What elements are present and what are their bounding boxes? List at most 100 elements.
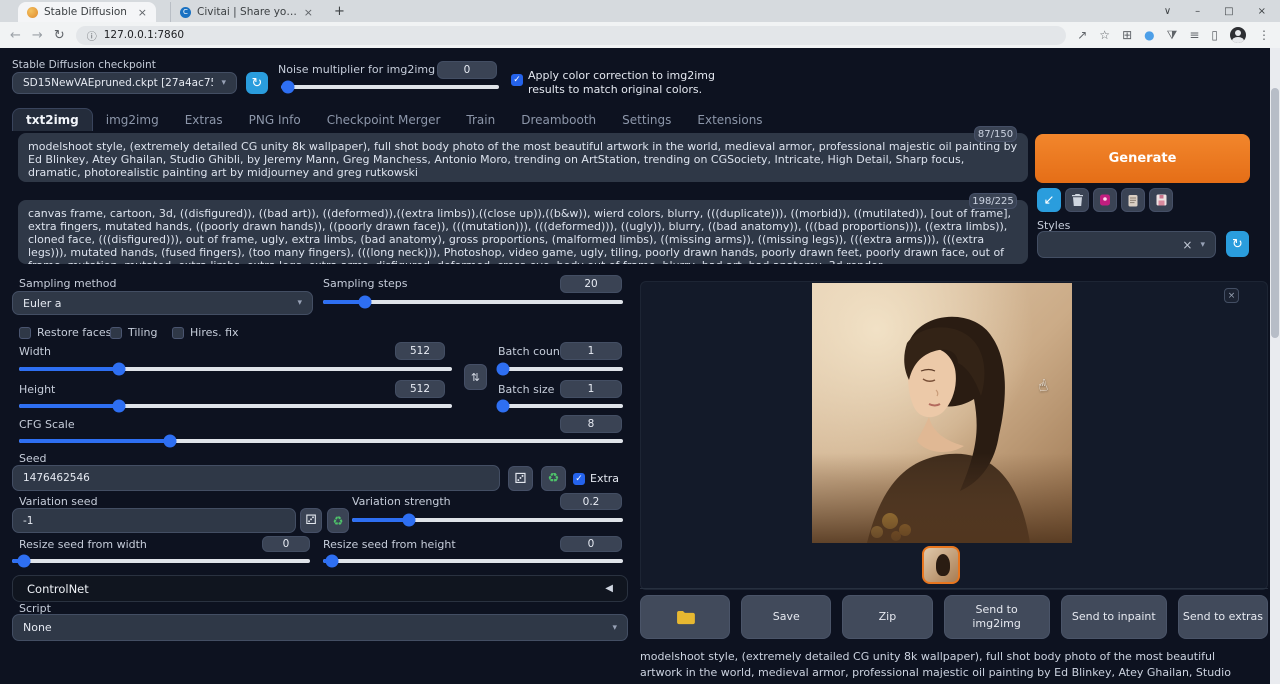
tab-extensions[interactable]: Extensions [684, 108, 775, 131]
reuse-variation-seed-button[interactable]: ♻ [327, 508, 349, 533]
tab-png-info[interactable]: PNG Info [236, 108, 314, 131]
tiling-checkbox[interactable]: ✓ [110, 327, 122, 339]
tab-checkpoint-merger[interactable]: Checkpoint Merger [314, 108, 454, 131]
tab-close-icon[interactable]: × [304, 6, 313, 19]
extra-networks-button[interactable] [1093, 188, 1117, 212]
resize-seed-width-slider[interactable] [12, 559, 310, 563]
hires-fix-checkbox[interactable]: ✓ [172, 327, 184, 339]
variation-seed-input[interactable]: -1 [12, 508, 296, 533]
checkpoint-dropdown[interactable]: SD15NewVAEpruned.ckpt [27a4ac756c] ▾ [12, 72, 237, 94]
side-panel-icon[interactable]: ▯ [1211, 28, 1218, 42]
slider-handle[interactable] [497, 400, 510, 413]
tab-extras[interactable]: Extras [172, 108, 236, 131]
new-tab-button[interactable]: + [334, 4, 345, 22]
clear-prompt-button[interactable] [1065, 188, 1089, 212]
cfg-scale-input[interactable]: 8 [560, 415, 622, 433]
page-scrollbar[interactable] [1270, 48, 1280, 684]
sampling-steps-slider[interactable] [323, 300, 623, 304]
extension-grid-icon[interactable]: ⊞ [1122, 28, 1132, 42]
resize-seed-height-input[interactable]: 0 [560, 536, 622, 552]
reading-list-icon[interactable]: ≡ [1189, 28, 1199, 42]
negative-prompt-input[interactable]: canvas frame, cartoon, 3d, ((disfigured)… [18, 200, 1028, 264]
cfg-scale-slider[interactable] [19, 439, 623, 443]
kebab-menu-icon[interactable]: ⋮ [1258, 28, 1270, 42]
height-input[interactable]: 512 [395, 380, 445, 398]
browser-tab-civitai[interactable]: C Civitai | Share your models × [170, 2, 322, 22]
slider-handle[interactable] [402, 514, 415, 527]
noise-multiplier-slider[interactable] [281, 85, 499, 89]
styles-refresh-button[interactable]: ↻ [1226, 231, 1249, 257]
slider-handle[interactable] [497, 363, 510, 376]
save-button[interactable]: Save [741, 595, 831, 639]
site-info-icon[interactable]: ⓘ [87, 28, 97, 43]
generated-image[interactable] [812, 283, 1072, 543]
sampling-method-dropdown[interactable]: Euler a ▾ [12, 291, 313, 315]
extra-seed-checkbox[interactable]: ✓ [573, 473, 585, 485]
tab-txt2img[interactable]: txt2img [12, 108, 93, 131]
restore-faces-checkbox[interactable]: ✓ [19, 327, 31, 339]
maximize-icon[interactable]: □ [1224, 6, 1233, 17]
script-dropdown[interactable]: None ▾ [12, 614, 628, 641]
save-style-button[interactable] [1149, 188, 1173, 212]
reload-icon[interactable]: ↻ [54, 29, 65, 42]
width-slider[interactable] [19, 367, 452, 371]
bookmark-star-icon[interactable]: ☆ [1099, 28, 1110, 42]
seed-input[interactable]: 1476462546 [12, 465, 500, 491]
share-icon[interactable]: ↗ [1077, 28, 1087, 42]
clear-styles-icon[interactable]: × [1182, 238, 1192, 252]
close-gallery-button[interactable]: × [1224, 288, 1239, 303]
batch-size-input[interactable]: 1 [560, 380, 622, 398]
random-seed-button[interactable]: ⚂ [508, 466, 533, 491]
variation-strength-slider[interactable] [352, 518, 623, 522]
apply-style-button[interactable] [1121, 188, 1145, 212]
minimize-icon[interactable]: – [1195, 6, 1200, 17]
noise-multiplier-input[interactable]: 0 [437, 61, 497, 79]
variation-strength-input[interactable]: 0.2 [560, 493, 622, 510]
batch-size-slider[interactable] [498, 404, 623, 408]
extensions-puzzle-icon[interactable]: ⧩ [1167, 28, 1178, 43]
back-icon[interactable]: ← [10, 29, 21, 42]
resize-seed-width-input[interactable]: 0 [262, 536, 310, 552]
read-generation-params-button[interactable]: ↙ [1037, 188, 1061, 212]
prompt-input[interactable]: modelshoot style, (extremely detailed CG… [18, 133, 1028, 182]
open-folder-button[interactable] [640, 595, 730, 639]
reuse-seed-button[interactable]: ♻ [541, 466, 566, 491]
tab-settings[interactable]: Settings [609, 108, 684, 131]
random-variation-seed-button[interactable]: ⚂ [300, 508, 322, 533]
swap-dimensions-button[interactable]: ⇅ [464, 364, 487, 390]
browser-tab-stable-diffusion[interactable]: Stable Diffusion × [18, 2, 156, 22]
browser-menu-chevron-icon[interactable]: ∨ [1164, 6, 1171, 17]
sampling-steps-input[interactable]: 20 [560, 275, 622, 293]
slider-handle[interactable] [326, 555, 339, 568]
zip-button[interactable]: Zip [842, 595, 932, 639]
tab-train[interactable]: Train [453, 108, 508, 131]
profile-avatar[interactable] [1230, 27, 1246, 43]
generate-button[interactable]: Generate [1035, 134, 1250, 183]
resize-seed-height-slider[interactable] [323, 559, 623, 563]
batch-count-input[interactable]: 1 [560, 342, 622, 360]
send-to-inpaint-button[interactable]: Send to inpaint [1061, 595, 1167, 639]
slider-handle[interactable] [17, 555, 30, 568]
batch-count-slider[interactable] [498, 367, 623, 371]
tab-close-icon[interactable]: × [138, 6, 147, 19]
tab-dreambooth[interactable]: Dreambooth [508, 108, 609, 131]
styles-dropdown[interactable]: × ▾ [1037, 231, 1216, 258]
address-bar[interactable]: ⓘ 127.0.0.1:7860 [76, 26, 1067, 45]
send-to-img2img-button[interactable]: Send to img2img [944, 595, 1050, 639]
slider-handle[interactable] [112, 400, 125, 413]
close-window-icon[interactable]: × [1258, 6, 1266, 17]
slider-handle[interactable] [359, 296, 372, 309]
slider-handle[interactable] [112, 363, 125, 376]
color-correction-checkbox[interactable]: ✓ [511, 74, 523, 86]
height-slider[interactable] [19, 404, 452, 408]
checkpoint-refresh-button[interactable]: ↻ [246, 72, 268, 94]
gallery-thumbnail-selected[interactable] [922, 546, 960, 584]
scrollbar-thumb[interactable] [1271, 88, 1279, 338]
slider-handle[interactable] [281, 81, 294, 94]
width-input[interactable]: 512 [395, 342, 445, 360]
tab-img2img[interactable]: img2img [93, 108, 172, 131]
extension-dot-icon[interactable]: ● [1144, 28, 1154, 42]
slider-handle[interactable] [164, 435, 177, 448]
forward-icon[interactable]: → [32, 29, 43, 42]
send-to-extras-button[interactable]: Send to extras [1178, 595, 1268, 639]
